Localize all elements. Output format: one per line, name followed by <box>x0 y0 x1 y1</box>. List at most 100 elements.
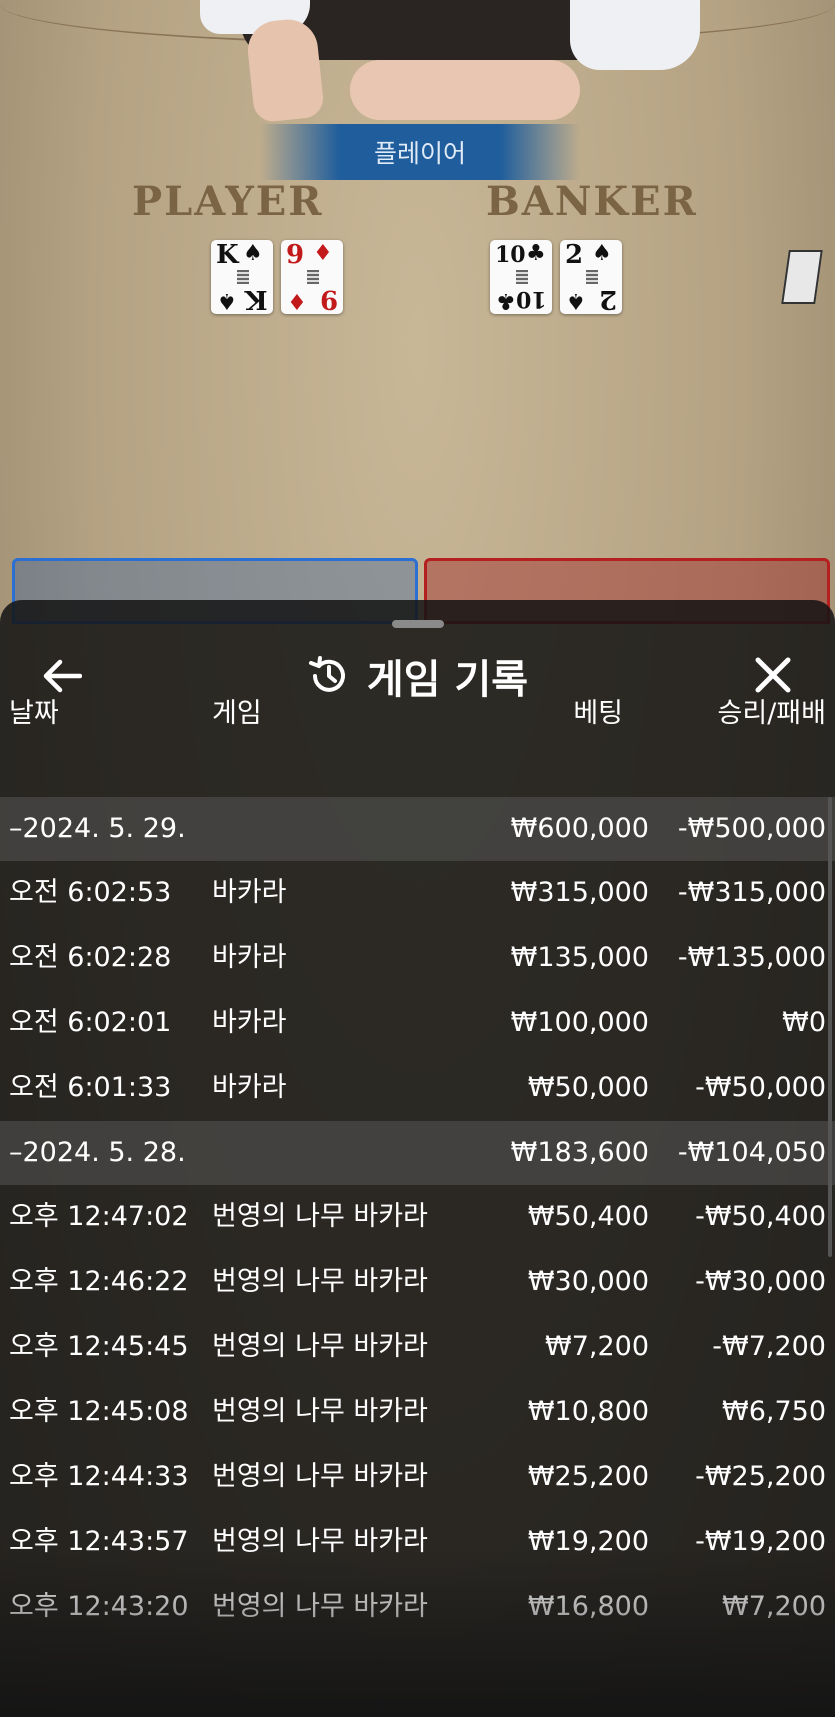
card-shoe <box>781 250 823 304</box>
column-header-win-loss: 승리/패배 <box>717 698 826 729</box>
history-row[interactable]: 오전 6:01:33 바카라 ₩50,000 -₩50,000 <box>0 1056 835 1121</box>
row-game: 바카라 <box>212 1072 287 1103</box>
sheet-title: 게임 기록 <box>0 644 835 708</box>
row-game: 바카라 <box>212 1007 287 1038</box>
row-game: 번영의 나무 바카라 <box>212 1461 428 1492</box>
row-game: 번영의 나무 바카라 <box>212 1526 428 1557</box>
date-group-header[interactable]: –2024. 5. 28. ₩183,600 -₩104,050 <box>0 1121 835 1185</box>
row-bet: ₩16,800 <box>527 1591 649 1622</box>
card-rank: K <box>245 284 268 314</box>
row-win-loss: -₩50,000 <box>695 1072 826 1103</box>
row-win-loss: -₩30,000 <box>695 1266 826 1297</box>
history-list[interactable]: –2024. 5. 29. ₩600,000 -₩500,000 오전 6:02… <box>0 797 835 1640</box>
card-rank: 10 <box>516 286 547 312</box>
row-bet: ₩25,200 <box>527 1461 649 1492</box>
row-bet: ₩50,000 <box>527 1072 649 1103</box>
card-suit: ♠ <box>566 288 586 313</box>
row-bet: ₩10,800 <box>527 1396 649 1427</box>
dealer-hand-left <box>244 16 326 124</box>
drag-handle[interactable] <box>392 620 444 628</box>
group-win-loss-total: -₩500,000 <box>677 813 826 844</box>
group-bet-total: ₩183,600 <box>510 1137 649 1168</box>
row-bet: ₩30,000 <box>527 1266 649 1297</box>
row-game: 번영의 나무 바카라 <box>212 1266 428 1297</box>
dealer-sleeve-right <box>570 0 700 70</box>
row-win-loss: ₩0 <box>782 1007 826 1038</box>
card-rank: 9 <box>286 240 305 270</box>
card-suit: ♠ <box>243 241 263 266</box>
card-rank: 9 <box>319 284 338 314</box>
row-time: 오후 12:46:22 <box>9 1266 189 1297</box>
row-win-loss: -₩315,000 <box>677 877 826 908</box>
group-date: –2024. 5. 28. <box>9 1137 186 1168</box>
history-row[interactable]: 오후 12:43:20 번영의 나무 바카라 ₩16,800 ₩7,200 <box>0 1575 835 1640</box>
banker-card-2: 2 ♠ ♠ 2 <box>560 240 622 314</box>
card-center <box>586 270 598 284</box>
row-time: 오전 6:02:53 <box>9 877 172 908</box>
history-row[interactable]: 오전 6:02:53 바카라 ₩315,000 -₩315,000 <box>0 861 835 926</box>
row-time: 오후 12:43:57 <box>9 1526 189 1557</box>
row-bet: ₩100,000 <box>510 1007 649 1038</box>
date-group-header[interactable]: –2024. 5. 29. ₩600,000 -₩500,000 <box>0 797 835 861</box>
card-rank: K <box>216 240 239 270</box>
history-row[interactable]: 오후 12:44:33 번영의 나무 바카라 ₩25,200 -₩25,200 <box>0 1445 835 1510</box>
row-win-loss: ₩7,200 <box>722 1591 826 1622</box>
row-win-loss: -₩50,400 <box>695 1201 826 1232</box>
row-time: 오후 12:44:33 <box>9 1461 189 1492</box>
history-row[interactable]: 오후 12:45:45 번영의 나무 바카라 ₩7,200 -₩7,200 <box>0 1315 835 1380</box>
close-icon <box>755 657 791 693</box>
card-suit: ♣ <box>526 241 546 266</box>
history-row[interactable]: 오전 6:02:28 바카라 ₩135,000 -₩135,000 <box>0 926 835 991</box>
card-rank: 2 <box>598 284 617 314</box>
row-time: 오후 12:43:20 <box>9 1591 189 1622</box>
dealer-hand-right <box>350 60 580 120</box>
player-card-1: K ♠ ♠ K <box>211 240 273 314</box>
row-win-loss: ₩6,750 <box>722 1396 826 1427</box>
row-bet: ₩19,200 <box>527 1526 649 1557</box>
group-bet-total: ₩600,000 <box>510 813 649 844</box>
row-game: 번영의 나무 바카라 <box>212 1396 428 1427</box>
sheet-title-text: 게임 기록 <box>366 657 529 703</box>
card-rank: 2 <box>565 240 584 270</box>
row-game: 바카라 <box>212 942 287 973</box>
card-rank: 10 <box>495 242 526 268</box>
row-time: 오전 6:02:01 <box>9 1007 172 1038</box>
row-game: 번영의 나무 바카라 <box>212 1331 428 1362</box>
row-time: 오후 12:45:08 <box>9 1396 189 1427</box>
history-row[interactable]: 오후 12:46:22 번영의 나무 바카라 ₩30,000 -₩30,000 <box>0 1250 835 1315</box>
banker-card-1: 10 ♣ ♣ 10 <box>490 240 552 314</box>
row-win-loss: -₩25,200 <box>695 1461 826 1492</box>
row-time: 오후 12:47:02 <box>9 1201 189 1232</box>
banker-label: BANKER <box>486 178 698 225</box>
row-bet: ₩50,400 <box>527 1201 649 1232</box>
history-icon <box>308 656 345 692</box>
row-game: 번영의 나무 바카라 <box>212 1591 428 1622</box>
row-win-loss: -₩19,200 <box>695 1526 826 1557</box>
player-label: PLAYER <box>132 178 324 225</box>
card-suit: ♠ <box>217 288 237 313</box>
card-center <box>516 270 528 284</box>
row-time: 오전 6:01:33 <box>9 1072 172 1103</box>
card-suit: ♠ <box>592 241 612 266</box>
column-header-game: 게임 <box>212 698 262 729</box>
history-row[interactable]: 오후 12:43:57 번영의 나무 바카라 ₩19,200 -₩19,200 <box>0 1510 835 1575</box>
card-center <box>307 270 319 284</box>
scrollbar[interactable] <box>828 797 832 1257</box>
row-win-loss: -₩135,000 <box>677 942 826 973</box>
result-banner: 플레이어 <box>260 124 580 180</box>
row-time: 오전 6:02:28 <box>9 942 172 973</box>
card-center <box>237 270 249 284</box>
history-row[interactable]: 오후 12:45:08 번영의 나무 바카라 ₩10,800 ₩6,750 <box>0 1380 835 1445</box>
card-suit: ♣ <box>496 288 516 313</box>
column-header-bet: 베팅 <box>573 698 623 729</box>
group-date: –2024. 5. 29. <box>9 813 186 844</box>
column-header-date: 날짜 <box>9 698 59 729</box>
row-bet: ₩135,000 <box>510 942 649 973</box>
history-row[interactable]: 오전 6:02:01 바카라 ₩100,000 ₩0 <box>0 991 835 1056</box>
row-bet: ₩315,000 <box>510 877 649 908</box>
row-game: 번영의 나무 바카라 <box>212 1201 428 1232</box>
row-bet: ₩7,200 <box>545 1331 649 1362</box>
player-card-2: 9 ♦ ♦ 9 <box>281 240 343 314</box>
history-row[interactable]: 오후 12:47:02 번영의 나무 바카라 ₩50,400 -₩50,400 <box>0 1185 835 1250</box>
row-game: 바카라 <box>212 877 287 908</box>
